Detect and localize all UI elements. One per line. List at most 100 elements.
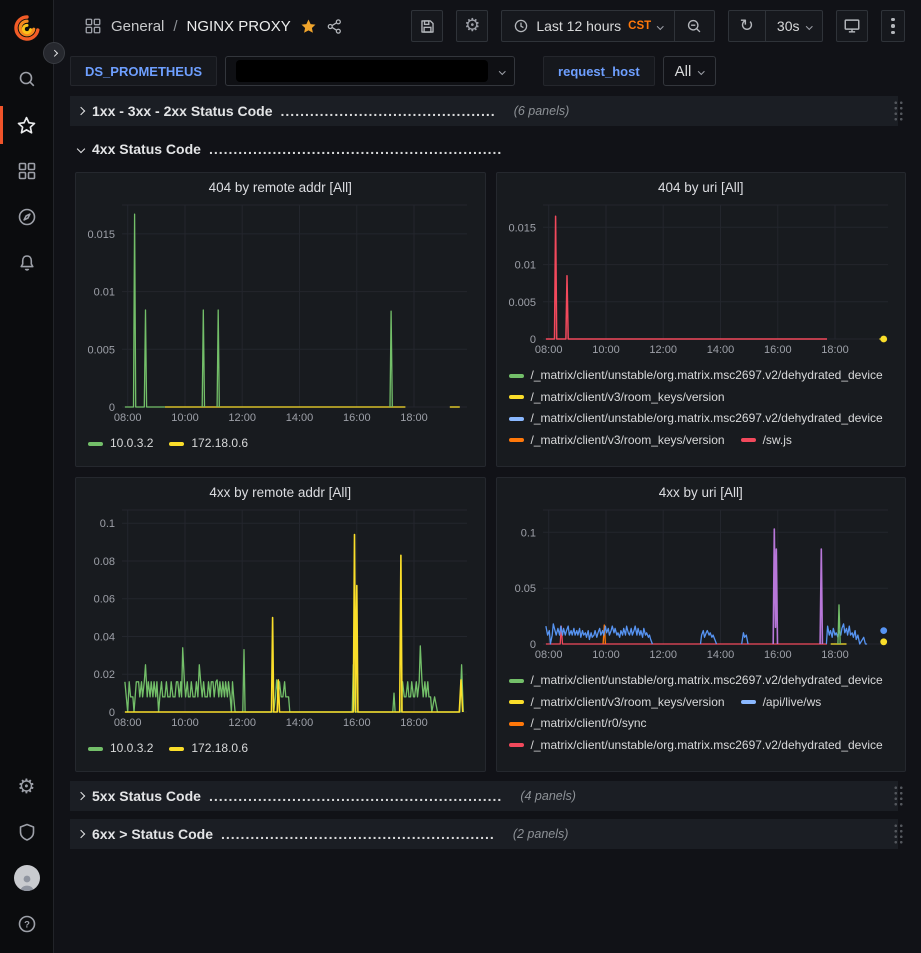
favorite-star-icon[interactable] (300, 18, 317, 35)
dashboard-title[interactable]: NGINX PROXY (187, 18, 291, 35)
search-icon (17, 69, 37, 89)
chevron-right-icon (77, 792, 85, 800)
legend-item[interactable]: /_matrix/client/unstable/org.matrix.msc2… (509, 408, 883, 430)
toolbar-actions: ⚙ Last 12 hours CST (411, 10, 905, 42)
chart-canvas[interactable]: 00.020.040.060.080.108:0010:0012:0014:00… (84, 502, 477, 730)
legend-label: 172.18.0.6 (191, 738, 248, 760)
variable-ds-prometheus-label[interactable]: DS_PROMETHEUS (70, 56, 217, 86)
panel-4xx-by-remote-addr-all: 4xx by remote addr [All]00.020.040.060.0… (75, 477, 486, 772)
chart-canvas[interactable]: 00.0050.010.01508:0010:0012:0014:0016:00… (505, 197, 898, 357)
time-range-label: Last 12 hours (536, 18, 621, 34)
x-axis-label: 12:00 (649, 649, 677, 661)
legend-item[interactable]: 172.18.0.6 (169, 738, 248, 760)
y-axis-label: 0.01 (514, 260, 535, 272)
refresh-interval-picker[interactable]: 30s (765, 11, 822, 41)
legend-item[interactable]: /api/live/ws (741, 692, 822, 714)
legend-label: /_matrix/client/unstable/org.matrix.msc2… (531, 670, 883, 692)
legend-item[interactable]: 172.18.0.6 (169, 433, 248, 455)
cycle-view-mode-button[interactable] (836, 10, 868, 42)
x-axis-label: 14:00 (706, 344, 734, 356)
legend-label: /_matrix/client/r0/sync (531, 713, 647, 735)
legend-item[interactable]: /_matrix/client/unstable/org.matrix.msc2… (509, 365, 883, 387)
panel-404-by-remote-addr-all: 404 by remote addr [All]00.0050.010.0150… (75, 172, 486, 467)
legend-item[interactable]: /sw.js (741, 430, 792, 452)
breadcrumb-folder[interactable]: General (111, 18, 164, 35)
zoom-out-time-button[interactable] (674, 11, 714, 41)
variable-request-host-select[interactable]: All (663, 56, 716, 86)
x-axis-label: 16:00 (343, 412, 371, 424)
variable-request-host-label[interactable]: request_host (543, 56, 655, 86)
sidebar-item-dashboards[interactable] (0, 148, 54, 194)
panel-title[interactable]: 4xx by remote addr [All] (84, 481, 477, 502)
sidebar-item-configuration[interactable]: ⚙ (0, 763, 54, 809)
time-range-picker[interactable]: Last 12 hours CST (502, 11, 673, 41)
sidebar-item-alerting[interactable] (0, 240, 54, 286)
legend-item[interactable]: 10.0.3.2 (88, 738, 153, 760)
chart-canvas[interactable]: 00.050.108:0010:0012:0014:0016:0018:00 (505, 502, 898, 662)
x-axis-label: 18:00 (821, 344, 849, 356)
series-line (820, 549, 822, 644)
chart-area[interactable]: 00.020.040.060.080.108:0010:0012:0014:00… (84, 502, 477, 735)
legend: 10.0.3.2 172.18.0.6 (84, 430, 477, 462)
legend-swatch (509, 700, 524, 704)
panel-title[interactable]: 404 by remote addr [All] (84, 176, 477, 197)
x-axis-label: 08:00 (534, 344, 562, 356)
row-dots: ........................................… (221, 826, 495, 842)
sidebar-item-starred[interactable] (0, 102, 54, 148)
gear-icon: ⚙ (18, 776, 36, 796)
row-6xx-status-code[interactable]: 6xx > Status Code ......................… (70, 819, 898, 849)
kebab-icon (891, 18, 895, 35)
series-line (826, 624, 867, 644)
x-axis-label: 14:00 (286, 717, 314, 729)
dashboard-canvas: 1xx - 3xx - 2xx Status Code ............… (54, 90, 921, 953)
row-drag-handle[interactable] (893, 785, 904, 807)
sidebar-expand-button[interactable] (43, 42, 65, 64)
legend-item[interactable]: /_matrix/client/r0/sync (509, 713, 647, 735)
row-drag-handle[interactable] (893, 823, 904, 845)
row-drag-handle[interactable] (893, 100, 904, 122)
user-avatar (14, 865, 40, 891)
sidebar-item-profile[interactable] (0, 855, 54, 901)
breadcrumb: General / NGINX PROXY (84, 17, 343, 35)
panel-title[interactable]: 4xx by uri [All] (505, 481, 898, 502)
panel-title[interactable]: 404 by uri [All] (505, 176, 898, 197)
chevron-right-icon (77, 830, 85, 838)
series-line (545, 216, 826, 339)
legend-item[interactable]: /_matrix/client/v3/room_keys/version (509, 387, 725, 409)
save-dashboard-button[interactable] (411, 10, 443, 42)
variables-bar: DS_PROMETHEUS request_host All (54, 52, 921, 90)
legend-swatch (741, 700, 756, 704)
sidebar-item-help[interactable]: ? (0, 901, 54, 947)
share-icon[interactable] (326, 18, 343, 35)
chart-canvas[interactable]: 00.0050.010.01508:0010:0012:0014:0016:00… (84, 197, 477, 425)
row-panel-count: (2 panels) (513, 827, 569, 841)
row-title: 4xx Status Code (92, 141, 201, 157)
chart-area[interactable]: 00.0050.010.01508:0010:0012:0014:0016:00… (505, 197, 898, 362)
refresh-button[interactable]: ↻ (729, 11, 765, 41)
legend-item[interactable]: /_matrix/client/unstable/org.matrix.msc2… (509, 670, 883, 692)
series-line (125, 646, 463, 712)
sidebar-item-explore[interactable] (0, 194, 54, 240)
sidebar-item-search[interactable] (0, 56, 54, 102)
chart-area[interactable]: 00.0050.010.01508:0010:0012:0014:0016:00… (84, 197, 477, 430)
chart-area[interactable]: 00.050.108:0010:0012:0014:0016:0018:00 (505, 502, 898, 667)
more-options-button[interactable] (881, 10, 905, 42)
legend-swatch (88, 747, 103, 751)
series-line (125, 214, 165, 407)
grafana-logo-icon (12, 13, 42, 43)
bell-icon (17, 253, 37, 273)
row-5xx-status-code[interactable]: 5xx Status Code ........................… (70, 781, 898, 811)
legend-label: 10.0.3.2 (110, 433, 153, 455)
dashboard-settings-button[interactable]: ⚙ (456, 10, 488, 42)
sidebar-item-server-admin[interactable] (0, 809, 54, 855)
row-1xx-3xx-2xx-status-code[interactable]: 1xx - 3xx - 2xx Status Code ............… (70, 96, 898, 126)
top-navbar: General / NGINX PROXY (54, 0, 921, 52)
legend-item[interactable]: /_matrix/client/v3/room_keys/version (509, 430, 725, 452)
legend-item[interactable]: 10.0.3.2 (88, 433, 153, 455)
row-4xx-status-code[interactable]: 4xx Status Code ........................… (70, 134, 898, 164)
legend-item[interactable]: /_matrix/client/unstable/org.matrix.msc2… (509, 735, 883, 757)
timezone-label: CST (628, 20, 651, 32)
variable-ds-prometheus-select[interactable] (225, 56, 515, 86)
legend-item[interactable]: /_matrix/client/v3/room_keys/version (509, 692, 725, 714)
breadcrumb-separator: / (173, 18, 177, 35)
